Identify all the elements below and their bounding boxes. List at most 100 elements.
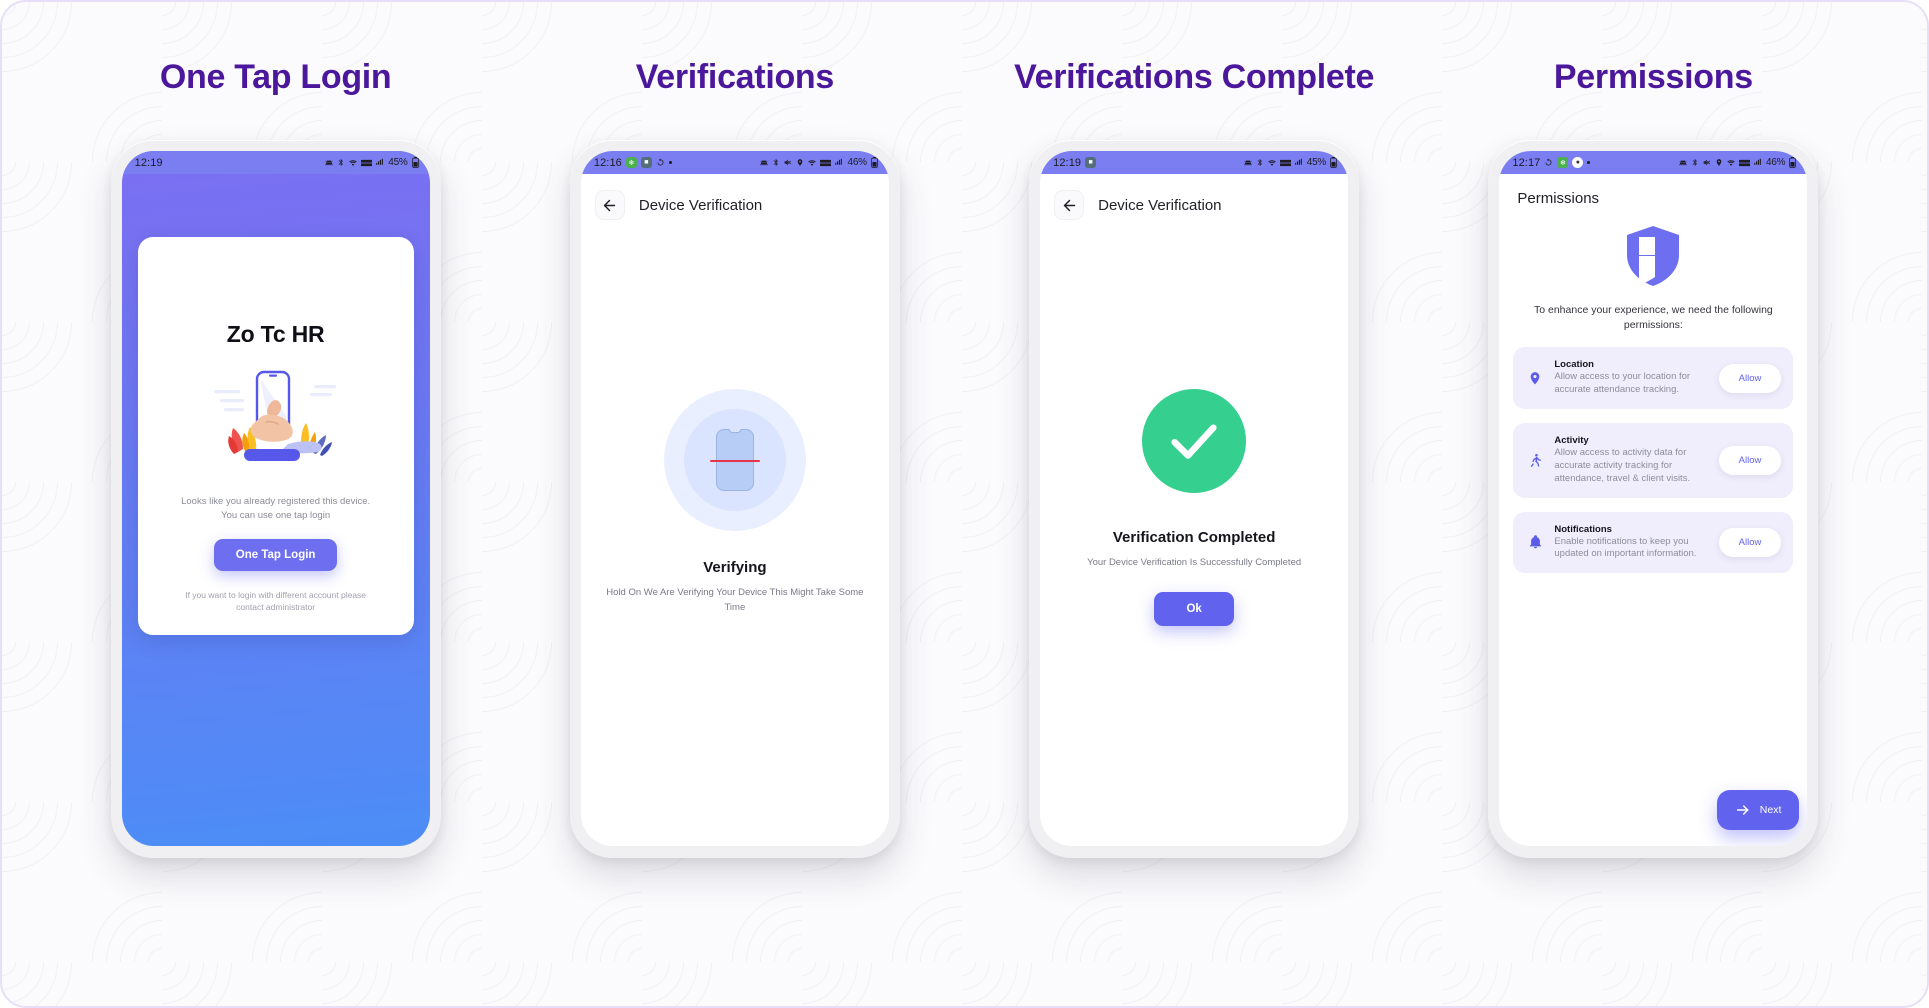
status-icons — [324, 158, 384, 167]
signal-icon — [376, 158, 384, 165]
permission-name: Notifications — [1554, 523, 1612, 535]
leaf-icon: ❄ — [1557, 157, 1569, 168]
arrow-right-icon — [1736, 805, 1749, 815]
alarm-icon — [1243, 160, 1252, 166]
completed-subtext: Your Device Verification Is Successfully… — [1087, 556, 1302, 568]
activity-running-icon — [1525, 451, 1545, 470]
app-bar: Device Verification — [581, 174, 889, 232]
login-card: Zo Tc HR Looks like you already register… — [137, 237, 414, 635]
check-icon — [1171, 423, 1217, 459]
sync-icon — [1545, 158, 1552, 166]
verifying-subtext: Hold On We Are Verifying Your Device Thi… — [606, 587, 864, 613]
lte-icon — [1738, 159, 1750, 166]
phone-in-hands-illustration — [210, 370, 342, 471]
leaf-icon: ❄ — [625, 157, 637, 168]
screen-device-verification: 12:16 ❄ ■ 46% Device Verification Verify… — [580, 151, 889, 846]
column-one-tap-login: One Tap Login 12:19 45% Zo Tc HR Looks l… — [46, 60, 505, 1006]
status-time: 12:16 — [593, 156, 622, 169]
phone-mockup-1: 12:19 45% Zo Tc HR Looks like you alread… — [110, 140, 441, 858]
verifying-heading: Verifying — [703, 559, 767, 577]
back-button[interactable] — [594, 190, 625, 220]
lte-icon — [820, 159, 832, 166]
screen-one-tap-login: 12:19 45% Zo Tc HR Looks like you alread… — [121, 151, 430, 846]
permission-description: Enable notifications to keep you updated… — [1554, 535, 1697, 560]
battery-icon — [411, 157, 419, 168]
permission-text: Notifications Enable notifications to ke… — [1554, 524, 1709, 562]
battery-icon — [1789, 157, 1797, 168]
status-time: 12:19 — [1053, 156, 1082, 169]
shield-wrap — [1513, 225, 1793, 287]
status-bar: 12:17 ❄ ● 46% — [1499, 151, 1808, 174]
app-bar-title: Device Verification — [638, 196, 763, 214]
notification-bell-icon — [1525, 533, 1545, 551]
permission-text: Location Allow access to your location f… — [1554, 359, 1709, 397]
different-account-footer: If you want to login with different acco… — [185, 589, 367, 613]
bluetooth-icon — [338, 159, 344, 166]
next-button[interactable]: Next — [1716, 790, 1800, 830]
permission-card-activity[interactable]: Activity Allow access to activity data f… — [1513, 423, 1794, 498]
image-icon: ■ — [1085, 157, 1097, 168]
bluetooth-icon — [1692, 159, 1697, 166]
screen-permissions: 12:17 ❄ ● 46% Permissions To enhance you… — [1499, 151, 1808, 846]
column-title: One Tap Login — [159, 58, 392, 96]
app-bar: Device Verification — [1040, 174, 1348, 232]
completed-section: Verification Completed Your Device Verif… — [1040, 232, 1348, 846]
allow-button-location[interactable]: Allow — [1718, 363, 1782, 393]
permission-name: Activity — [1554, 435, 1589, 447]
verifying-section: Verifying Hold On We Are Verifying Your … — [581, 232, 889, 846]
battery-icon — [1330, 157, 1337, 168]
status-bar: 12:19 ■ 45% — [1040, 151, 1349, 174]
phone-mockup-4: 12:17 ❄ ● 46% Permissions To enhance you… — [1488, 140, 1819, 858]
allow-button-notifications[interactable]: Allow — [1718, 527, 1782, 557]
signal-icon — [835, 158, 843, 165]
sync-icon — [657, 158, 664, 166]
phone-mockup-3: 12:19 ■ 45% Device Verification Verifica… — [1029, 140, 1360, 858]
alarm-icon — [1679, 160, 1687, 166]
column-verifications-complete: Verifications Complete 12:19 ■ 45% Devic… — [965, 60, 1424, 1006]
registered-note: Looks like you already registered this d… — [181, 496, 371, 521]
status-icons — [1243, 158, 1303, 167]
arrow-left-icon — [604, 199, 616, 211]
alarm-icon — [760, 160, 769, 166]
device-scan-icon — [709, 429, 760, 492]
wifi-icon — [1727, 160, 1735, 166]
permission-card-notifications[interactable]: Notifications Enable notifications to ke… — [1513, 511, 1794, 574]
status-battery: 45% — [1306, 157, 1327, 168]
status-battery: 45% — [388, 157, 408, 168]
pulse-inner-ring — [683, 409, 786, 512]
status-time: 12:17 — [1512, 156, 1541, 169]
back-button[interactable] — [1054, 190, 1085, 220]
status-icons — [759, 158, 843, 167]
allow-button-activity[interactable]: Allow — [1718, 445, 1782, 475]
permission-description: Allow access to activity data for accura… — [1554, 447, 1691, 484]
wifi-icon — [1268, 160, 1276, 166]
screen-verification-complete: 12:19 ■ 45% Device Verification Verifica… — [1040, 151, 1349, 846]
arrow-left-icon — [1063, 199, 1075, 211]
completed-heading: Verification Completed — [1112, 528, 1276, 546]
bluetooth-icon — [1257, 159, 1262, 166]
one-tap-login-button[interactable]: One Tap Login — [213, 538, 338, 571]
mute-icon — [1703, 159, 1710, 166]
location-icon — [798, 159, 803, 166]
signal-icon — [1754, 158, 1761, 165]
status-bar: 12:19 45% — [121, 151, 430, 174]
permission-card-location[interactable]: Location Allow access to your location f… — [1513, 347, 1794, 410]
wifi-icon — [808, 160, 817, 166]
ok-button[interactable]: Ok — [1154, 591, 1234, 626]
permission-description: Allow access to your location for accura… — [1554, 371, 1691, 396]
lte-icon — [361, 159, 373, 166]
status-bar: 12:16 ❄ ■ 46% — [580, 151, 889, 174]
column-title: Verifications Complete — [1014, 58, 1375, 96]
wifi-icon — [349, 160, 357, 166]
screenshot-canvas: One Tap Login 12:19 45% Zo Tc HR Looks l… — [0, 0, 1929, 1008]
image-icon: ■ — [640, 157, 652, 168]
scan-line — [709, 460, 760, 463]
permissions-intro: To enhance your experience, we need the … — [1534, 304, 1773, 332]
signal-icon — [1294, 158, 1302, 165]
screens-row: One Tap Login 12:19 45% Zo Tc HR Looks l… — [2, 2, 1927, 1006]
dot-icon — [1587, 161, 1591, 164]
column-verifications: Verifications 12:16 ❄ ■ 46% Device Verif… — [505, 60, 964, 1006]
next-button-label: Next — [1759, 804, 1782, 816]
shield-icon — [1627, 226, 1680, 286]
status-battery: 46% — [847, 157, 867, 168]
